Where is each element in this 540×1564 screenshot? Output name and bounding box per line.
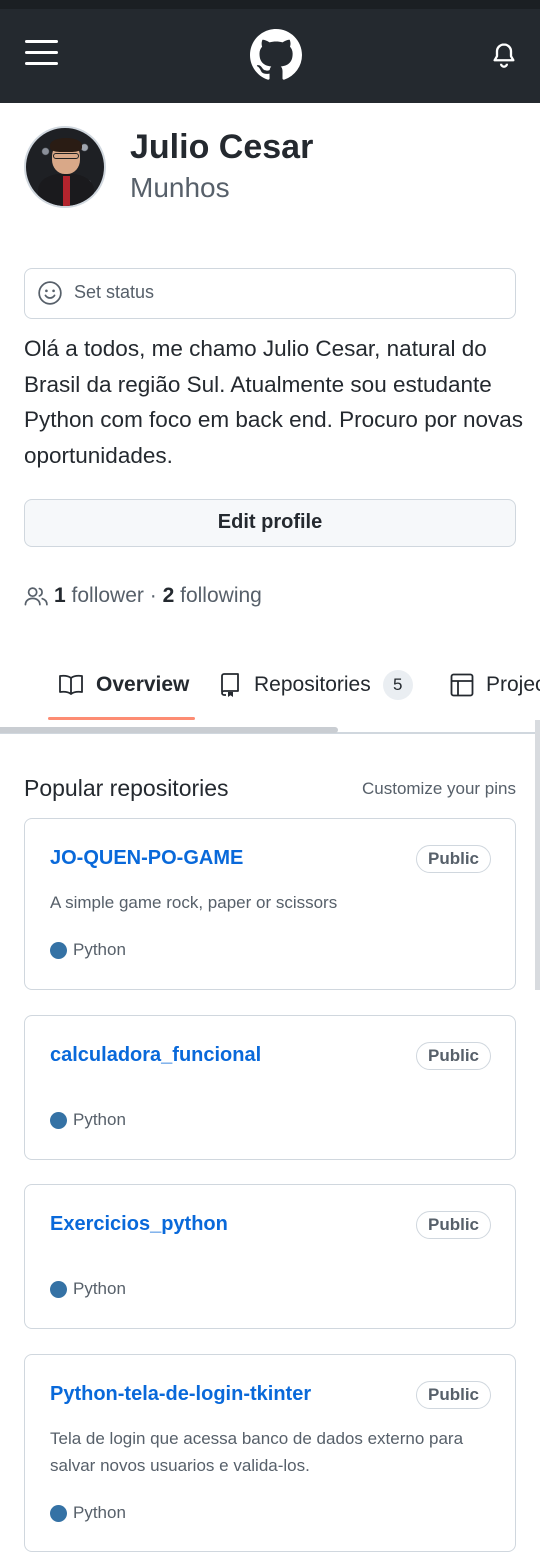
following-link[interactable]: 2 following — [163, 584, 262, 608]
repo-name-link[interactable]: Exercicios_python — [50, 1213, 228, 1236]
edit-profile-button[interactable]: Edit profile — [24, 499, 516, 547]
language-color-dot — [50, 941, 67, 959]
avatar-glasses — [53, 153, 79, 159]
repo-language: Python — [50, 1503, 126, 1523]
visibility-badge: Public — [415, 1211, 491, 1239]
repo-icon — [221, 673, 239, 697]
repo-card: Python-tela-de-login-tkinter Public Tela… — [24, 1354, 516, 1552]
popular-repositories-title: Popular repositories — [24, 775, 229, 801]
tab-overview[interactable]: Overview — [58, 655, 189, 715]
follow-separator: · — [149, 584, 157, 607]
repo-name-link[interactable]: Python-tela-de-login-tkinter — [50, 1383, 311, 1406]
github-logo-icon[interactable] — [250, 29, 302, 81]
active-tab-underline — [48, 717, 195, 720]
app-header — [0, 0, 540, 103]
repo-name-link[interactable]: calculadora_funcional — [50, 1044, 261, 1067]
profile-name: Julio Cesar — [130, 128, 314, 166]
set-status-label: Set status — [74, 282, 155, 302]
repo-description: A simple game rock, paper or scissors — [50, 893, 338, 912]
avatar[interactable] — [24, 126, 106, 208]
repo-language: Python — [50, 1110, 126, 1130]
tab-projects-label: Projects — [486, 673, 540, 696]
visibility-badge: Public — [415, 1381, 491, 1409]
following-label: following — [180, 584, 262, 607]
table-icon — [450, 673, 474, 697]
followers-link[interactable]: 1 follower — [54, 584, 144, 608]
bell-icon[interactable] — [490, 41, 518, 69]
visibility-badge: Public — [415, 1042, 491, 1070]
repo-card: Exercicios_python Public Python — [24, 1184, 516, 1329]
repo-language-label: Python — [73, 1503, 126, 1522]
repo-card: JO-QUEN-PO-GAME Public A simple game roc… — [24, 818, 516, 990]
language-color-dot — [50, 1280, 67, 1298]
tabs-scrollbar[interactable] — [0, 727, 338, 733]
visibility-badge: Public — [415, 845, 491, 873]
repo-name-link[interactable]: JO-QUEN-PO-GAME — [50, 847, 243, 870]
repositories-counter: 5 — [382, 670, 413, 700]
repo-language: Python — [50, 940, 126, 960]
following-count: 2 — [162, 584, 175, 607]
repo-card: calculadora_funcional Public Python — [24, 1015, 516, 1160]
follow-stats: 1 follower · 2 following — [24, 584, 262, 608]
profile-bio: Olá a todos, me chamo Julio Cesar, natur… — [24, 336, 524, 468]
people-icon — [24, 587, 48, 606]
followers-count: 1 — [54, 584, 66, 607]
tab-projects[interactable]: Projects — [450, 655, 540, 715]
repo-language: Python — [50, 1279, 126, 1299]
set-status-button[interactable]: Set status — [24, 268, 516, 319]
tab-overview-label: Overview — [96, 673, 190, 696]
avatar-hair — [50, 138, 82, 152]
repo-description: Tela de login que acessa banco de dados … — [50, 1429, 464, 1475]
tab-repositories-label: Repositories — [254, 673, 371, 696]
repo-language-label: Python — [73, 940, 126, 959]
avatar-tie — [63, 176, 70, 206]
followers-label: follower — [71, 584, 144, 607]
language-color-dot — [50, 1111, 67, 1129]
status-bar — [0, 0, 540, 9]
repo-language-label: Python — [73, 1110, 126, 1129]
language-color-dot — [50, 1504, 67, 1522]
profile-login: Munhos — [130, 172, 230, 203]
tab-repositories[interactable]: Repositories 5 — [218, 655, 413, 715]
customize-pins-link[interactable]: Customize your pins — [362, 779, 516, 799]
page-scrollbar[interactable] — [535, 720, 540, 990]
hamburger-menu-icon[interactable] — [25, 38, 59, 68]
profile-tabs: Overview Repositories 5 Projects — [0, 655, 540, 733]
repo-language-label: Python — [73, 1279, 126, 1298]
book-icon — [59, 674, 83, 695]
smiley-icon — [38, 281, 62, 305]
